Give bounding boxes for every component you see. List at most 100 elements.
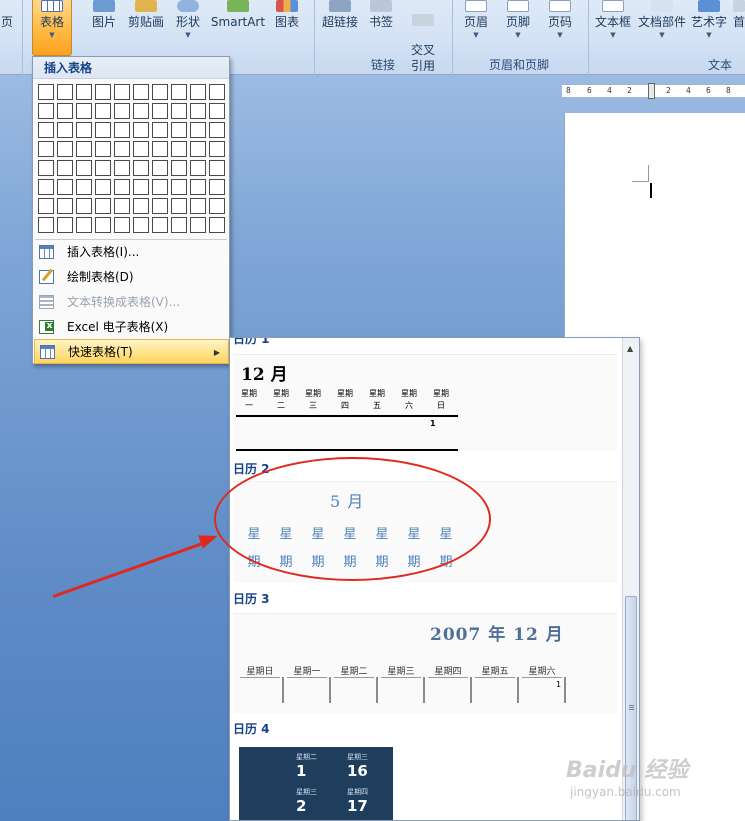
ribbon-page-button[interactable]: 页 — [0, 0, 14, 56]
table-grid-cell[interactable] — [152, 122, 168, 138]
menu-item-quick-tables[interactable]: 快速表格(T) ▶ — [34, 339, 229, 364]
table-grid-cell[interactable] — [76, 198, 92, 214]
table-grid-cell[interactable] — [76, 141, 92, 157]
table-grid-cell[interactable] — [57, 198, 73, 214]
table-grid-cell[interactable] — [95, 103, 111, 119]
table-grid-cell[interactable] — [171, 103, 187, 119]
ribbon-quickparts-button[interactable]: 文档部件 ▼ — [636, 0, 688, 56]
table-grid-cell[interactable] — [57, 84, 73, 100]
table-grid-cell[interactable] — [152, 198, 168, 214]
table-grid-cell[interactable] — [133, 217, 149, 233]
table-grid-cell[interactable] — [38, 198, 54, 214]
table-grid-cell[interactable] — [57, 103, 73, 119]
table-grid-cell[interactable] — [190, 103, 206, 119]
table-grid-cell[interactable] — [190, 179, 206, 195]
table-grid-cell[interactable] — [57, 122, 73, 138]
ribbon-clipart-button[interactable]: 剪贴画 — [124, 0, 168, 56]
table-grid-cell[interactable] — [95, 84, 111, 100]
gallery-scrollbar[interactable]: ▲ — [622, 338, 639, 820]
table-grid-cell[interactable] — [38, 84, 54, 100]
menu-item-insert-table[interactable]: 插入表格(I)... — [34, 240, 229, 265]
table-grid-cell[interactable] — [152, 179, 168, 195]
gallery-item-calendar-4[interactable]: 星期二 1 星期三 16 星期三 2 星期四 17 — [239, 747, 393, 820]
ribbon-smartart-button[interactable]: SmartArt — [209, 0, 267, 56]
table-grid-cell[interactable] — [190, 217, 206, 233]
horizontal-ruler[interactable]: 8 6 4 2 2 4 6 8 — [562, 83, 745, 99]
table-grid-cell[interactable] — [133, 84, 149, 100]
table-grid-cell[interactable] — [38, 179, 54, 195]
table-grid-cell[interactable] — [95, 160, 111, 176]
indent-marker[interactable] — [648, 83, 655, 99]
scroll-up-icon[interactable]: ▲ — [627, 344, 633, 353]
table-grid-cell[interactable] — [114, 122, 130, 138]
menu-item-draw-table[interactable]: 绘制表格(D) — [34, 265, 229, 290]
table-grid-cell[interactable] — [38, 122, 54, 138]
table-grid-cell[interactable] — [76, 179, 92, 195]
table-grid-cell[interactable] — [171, 160, 187, 176]
table-grid-cell[interactable] — [95, 198, 111, 214]
table-grid-cell[interactable] — [76, 160, 92, 176]
table-grid-cell[interactable] — [171, 84, 187, 100]
table-grid-cell[interactable] — [57, 141, 73, 157]
table-grid-cell[interactable] — [133, 179, 149, 195]
table-grid-cell[interactable] — [152, 103, 168, 119]
table-grid-cell[interactable] — [76, 103, 92, 119]
table-grid-cell[interactable] — [171, 198, 187, 214]
table-grid-cell[interactable] — [95, 141, 111, 157]
table-grid-cell[interactable] — [57, 179, 73, 195]
table-grid-cell[interactable] — [133, 141, 149, 157]
table-grid-cell[interactable] — [114, 141, 130, 157]
table-grid-cell[interactable] — [38, 160, 54, 176]
table-grid-cell[interactable] — [57, 160, 73, 176]
table-grid-cell[interactable] — [171, 217, 187, 233]
table-grid-cell[interactable] — [133, 160, 149, 176]
table-grid-cell[interactable] — [114, 179, 130, 195]
table-grid-cell[interactable] — [38, 103, 54, 119]
table-grid-cell[interactable] — [190, 84, 206, 100]
table-grid-cell[interactable] — [114, 198, 130, 214]
table-grid-cell[interactable] — [190, 198, 206, 214]
table-grid-cell[interactable] — [114, 103, 130, 119]
ribbon-chart-button[interactable]: 图表 — [270, 0, 304, 56]
table-grid-cell[interactable] — [209, 198, 225, 214]
table-grid-cell[interactable] — [209, 217, 225, 233]
table-grid-cell[interactable] — [209, 160, 225, 176]
ribbon-crossref-button[interactable]: 交叉 引用 — [404, 0, 442, 73]
table-grid-cell[interactable] — [95, 122, 111, 138]
table-grid-cell[interactable] — [76, 84, 92, 100]
table-grid-cell[interactable] — [171, 122, 187, 138]
table-grid-cell[interactable] — [152, 217, 168, 233]
table-grid-cell[interactable] — [95, 179, 111, 195]
table-grid-cell[interactable] — [95, 217, 111, 233]
table-grid-cell[interactable] — [114, 84, 130, 100]
menu-item-excel-spreadsheet[interactable]: Excel 电子表格(X) — [34, 315, 229, 340]
table-grid-cell[interactable] — [209, 84, 225, 100]
table-grid-cell[interactable] — [133, 103, 149, 119]
ribbon-hyperlink-button[interactable]: 超链接 — [318, 0, 362, 56]
table-grid-cell[interactable] — [152, 84, 168, 100]
ribbon-footer-button[interactable]: 页脚 ▼ — [500, 0, 536, 56]
ribbon-header-button[interactable]: 页眉 ▼ — [458, 0, 494, 56]
table-grid-cell[interactable] — [209, 122, 225, 138]
table-grid-cell[interactable] — [38, 141, 54, 157]
ribbon-shapes-button[interactable]: 形状 ▼ — [170, 0, 206, 56]
table-grid-cell[interactable] — [133, 122, 149, 138]
table-grid-cell[interactable] — [152, 160, 168, 176]
ribbon-bookmark-button[interactable]: 书签 — [366, 0, 396, 56]
ribbon-picture-button[interactable]: 图片 — [86, 0, 122, 56]
table-grid-cell[interactable] — [38, 217, 54, 233]
ribbon-wordart-button[interactable]: 艺术字 ▼ — [690, 0, 728, 56]
table-grid-cell[interactable] — [209, 179, 225, 195]
table-grid-cell[interactable] — [114, 160, 130, 176]
table-grid-cell[interactable] — [133, 198, 149, 214]
table-grid-cell[interactable] — [76, 122, 92, 138]
ribbon-textbox-button[interactable]: 文本框 ▼ — [592, 0, 634, 56]
table-grid-cell[interactable] — [190, 122, 206, 138]
table-grid-cell[interactable] — [190, 141, 206, 157]
ribbon-dropcap-button[interactable]: 首 — [733, 0, 745, 56]
ribbon-pagenum-button[interactable]: 页码 ▼ — [542, 0, 578, 56]
table-grid-cell[interactable] — [171, 179, 187, 195]
table-size-grid[interactable] — [37, 83, 227, 235]
table-grid-cell[interactable] — [76, 217, 92, 233]
ribbon-table-button[interactable]: 表格 ▼ — [32, 0, 72, 56]
